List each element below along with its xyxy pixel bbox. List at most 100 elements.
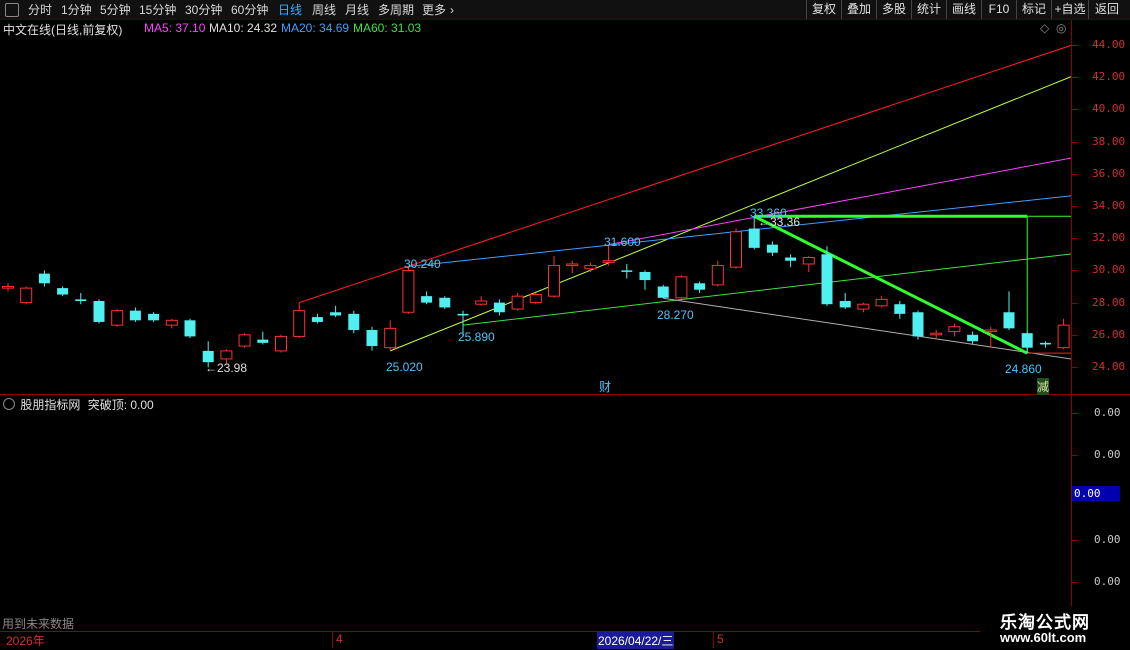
price-annotation: 25.020 — [386, 360, 423, 374]
period-tab-1min[interactable]: 1分钟 — [61, 2, 92, 18]
axis-tick — [1072, 77, 1078, 79]
candle-body-down — [967, 334, 979, 342]
candle-body-up — [802, 257, 815, 265]
price-annotation: ←33.36 — [758, 215, 801, 229]
candle-body-down — [1021, 333, 1033, 348]
candle-body-down — [639, 272, 651, 281]
axis-tick-label: 42.00 — [1092, 70, 1126, 84]
f10-button[interactable]: F10 — [981, 0, 1016, 19]
draw-line-button[interactable]: 画线 — [946, 0, 981, 19]
month-divider — [713, 632, 714, 648]
axis-tick-label: 30.00 — [1092, 263, 1126, 277]
candle-body-down — [821, 254, 833, 305]
price-annotation: 25.890 — [458, 330, 495, 344]
candle-body-up — [20, 287, 33, 304]
candle-body-up — [948, 326, 961, 333]
trend-line — [390, 75, 1072, 352]
statistics-button[interactable]: 统计 — [911, 0, 946, 19]
candle-body-down — [1003, 312, 1015, 329]
month-label-5: 5 — [717, 632, 724, 646]
candle-body-up — [529, 294, 542, 304]
candle-body-up — [602, 260, 615, 263]
period-tab-monthly[interactable]: 月线 — [345, 2, 369, 18]
overlay-button[interactable]: 叠加 — [841, 0, 876, 19]
axis-tick — [1072, 109, 1078, 111]
candle-body-up — [111, 310, 124, 326]
future-data-note: 用到未来数据 — [2, 617, 75, 631]
month-divider — [332, 632, 333, 648]
ma5-label: MA5: 37.10 — [144, 21, 206, 35]
ma20-value: 34.69 — [319, 21, 350, 35]
toolbar-menu-icon[interactable] — [5, 3, 19, 17]
mark-button[interactable]: 标记 — [1016, 0, 1051, 19]
period-tab-5min[interactable]: 5分钟 — [100, 2, 131, 18]
candle-body-up — [566, 263, 579, 267]
ma60-label: MA60: 31.03 — [353, 21, 422, 35]
candle-body-up — [275, 335, 287, 352]
candlestick-chart[interactable] — [0, 38, 1072, 394]
back-button[interactable]: 返回 — [1088, 0, 1125, 19]
axis-tick-label: 24.00 — [1092, 360, 1126, 373]
panel-diamond-icon[interactable]: ◇ — [1040, 21, 1049, 35]
trend-line — [753, 214, 1028, 355]
candle-body-down — [748, 228, 760, 248]
sub-panel-header: 股朋指标网 突破顶: 0.00 — [3, 396, 154, 413]
axis-tick — [1072, 302, 1078, 304]
candle-body-down — [257, 339, 269, 343]
candle-body-down — [839, 300, 851, 308]
watermark-logo: 乐淘公式网 www.60lt.com — [980, 606, 1130, 650]
candle-body-down — [311, 317, 323, 322]
axis-tick — [1072, 367, 1078, 368]
price-annotation: 28.270 — [657, 308, 694, 322]
period-tab-60min[interactable]: 60分钟 — [231, 2, 268, 18]
candle-body-down — [894, 304, 906, 314]
candle-body-up — [584, 265, 597, 270]
period-tab-multi[interactable]: 多周期 — [378, 2, 414, 18]
candle-body-up — [548, 265, 560, 297]
candle-body-down — [348, 313, 360, 330]
candle-body-down — [912, 312, 924, 337]
period-tab-daily[interactable]: 日线 — [278, 2, 302, 18]
more-chevron-icon[interactable]: › — [450, 2, 454, 18]
candle-body-up — [711, 265, 724, 286]
candle-body-up — [984, 329, 997, 333]
candle-body-up — [1057, 324, 1070, 349]
multi-stock-button[interactable]: 多股 — [876, 0, 911, 19]
period-tab-more[interactable]: 更多 — [422, 2, 446, 18]
ma20-label: MA20: 34.69 — [281, 21, 350, 35]
indicator-tick-label: 0.00 — [1094, 448, 1121, 461]
candle-body-down — [129, 310, 141, 321]
axis-tick-label: 34.00 — [1092, 199, 1126, 212]
axis-tick — [1072, 206, 1078, 207]
add-favorite-button[interactable]: +自选 — [1051, 0, 1088, 19]
period-tab-30min[interactable]: 30分钟 — [185, 2, 222, 18]
period-tab-weekly[interactable]: 周线 — [312, 2, 336, 18]
candle-body-down — [421, 296, 433, 303]
collapse-icon[interactable] — [3, 398, 15, 410]
axis-tick-label: 38.00 — [1092, 134, 1126, 148]
candle-body-down — [439, 297, 451, 308]
candle-body-down — [57, 288, 69, 295]
candle-body-up — [293, 310, 306, 337]
candle-body-down — [38, 273, 50, 284]
finance-marker[interactable]: 财 — [599, 378, 611, 395]
fuquan-button[interactable]: 复权 — [806, 0, 841, 19]
indicator-value: 突破顶: 0.00 — [87, 398, 154, 412]
indicator-tick-label: 0.00 — [1094, 575, 1121, 588]
panel-divider — [0, 394, 1130, 395]
candle-body-up — [384, 327, 397, 349]
candle-body-down — [493, 302, 505, 313]
axis-tick-label: 28.00 — [1092, 295, 1126, 309]
panel-settings-icon[interactable]: ◎ — [1056, 21, 1066, 35]
candle-body-up — [511, 295, 524, 310]
year-label: 2026年 — [6, 634, 45, 648]
cursor-date-label: 2026/04/22/三 — [597, 632, 675, 649]
date-axis: 2026年 4 2026/04/22/三 5 — [0, 631, 1072, 649]
price-annotation: 30.240 — [404, 257, 441, 271]
period-tab-15min[interactable]: 15分钟 — [139, 2, 176, 18]
reduce-marker[interactable]: 减 — [1037, 378, 1050, 395]
candle-body-down — [694, 283, 706, 290]
period-tab-fenshi[interactable]: 分时 — [28, 2, 52, 18]
stock-title: 中文在线(日线,前复权) — [3, 23, 123, 37]
current-value-label: 0.00 — [1074, 487, 1101, 500]
